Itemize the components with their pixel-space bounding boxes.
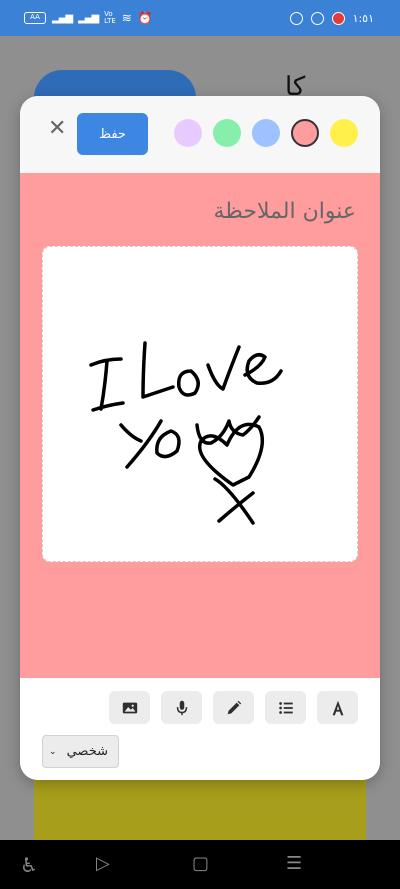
play-icon[interactable]: ▷	[96, 853, 110, 874]
editor-toolbar: ⌄ شخصي	[20, 678, 380, 780]
note-title-input[interactable]: عنوان الملاحظة	[214, 199, 357, 224]
youtube-icon	[289, 11, 303, 25]
toolbar-tools	[109, 691, 358, 724]
drawing-canvas[interactable]	[42, 246, 358, 562]
signal-icon: ▂▄▆	[52, 12, 73, 24]
category-select[interactable]: ⌄ شخصي	[42, 735, 119, 768]
navigation-bar: ♿ ▷ ▢ ☰	[0, 840, 400, 889]
status-left: AA ▂▄▆ ▂▄▆ Vo LTE ≋ ⏰	[24, 9, 153, 27]
note-body: عنوان الملاحظة	[20, 173, 380, 678]
background-note-card	[34, 770, 366, 842]
wifi-icon: ≋	[121, 11, 132, 25]
pencil-icon[interactable]	[213, 691, 254, 724]
close-icon[interactable]: ✕	[48, 116, 66, 141]
color-picker	[174, 119, 358, 147]
color-swatch-blue[interactable]	[252, 119, 280, 147]
status-right: ١:٥١	[289, 9, 374, 27]
color-swatch-purple[interactable]	[174, 119, 202, 147]
accessibility-icon[interactable]: ♿	[20, 853, 38, 877]
modal-header: ✕ حفظ	[20, 96, 380, 173]
color-swatch-yellow[interactable]	[330, 119, 358, 147]
category-label: شخصي	[66, 744, 108, 759]
clock: ١:٥١	[352, 11, 374, 25]
vpn-icon	[310, 11, 324, 25]
alarm-icon: ⏰	[137, 11, 153, 25]
color-swatch-green[interactable]	[213, 119, 241, 147]
text-format-icon[interactable]	[317, 691, 358, 724]
home-icon[interactable]: ▢	[192, 853, 209, 874]
battery-icon: AA	[24, 12, 46, 24]
image-icon[interactable]	[109, 691, 150, 724]
signal-icon-2: ▂▄▆	[78, 12, 99, 24]
status-bar: AA ▂▄▆ ▂▄▆ Vo LTE ≋ ⏰ ١:٥١	[0, 0, 400, 36]
chevron-down-icon: ⌄	[49, 746, 57, 757]
save-button[interactable]: حفظ	[77, 113, 148, 155]
note-editor-modal: ✕ حفظ عنوان الملاحظة ⌄ شخصي	[20, 96, 380, 780]
volte-icon: Vo LTE	[104, 10, 116, 25]
handwriting-drawing	[89, 341, 283, 525]
color-swatch-pink[interactable]	[291, 119, 319, 147]
app-notification-icon	[331, 11, 345, 25]
list-icon[interactable]	[265, 691, 306, 724]
menu-icon[interactable]: ☰	[286, 853, 302, 874]
microphone-icon[interactable]	[161, 691, 202, 724]
